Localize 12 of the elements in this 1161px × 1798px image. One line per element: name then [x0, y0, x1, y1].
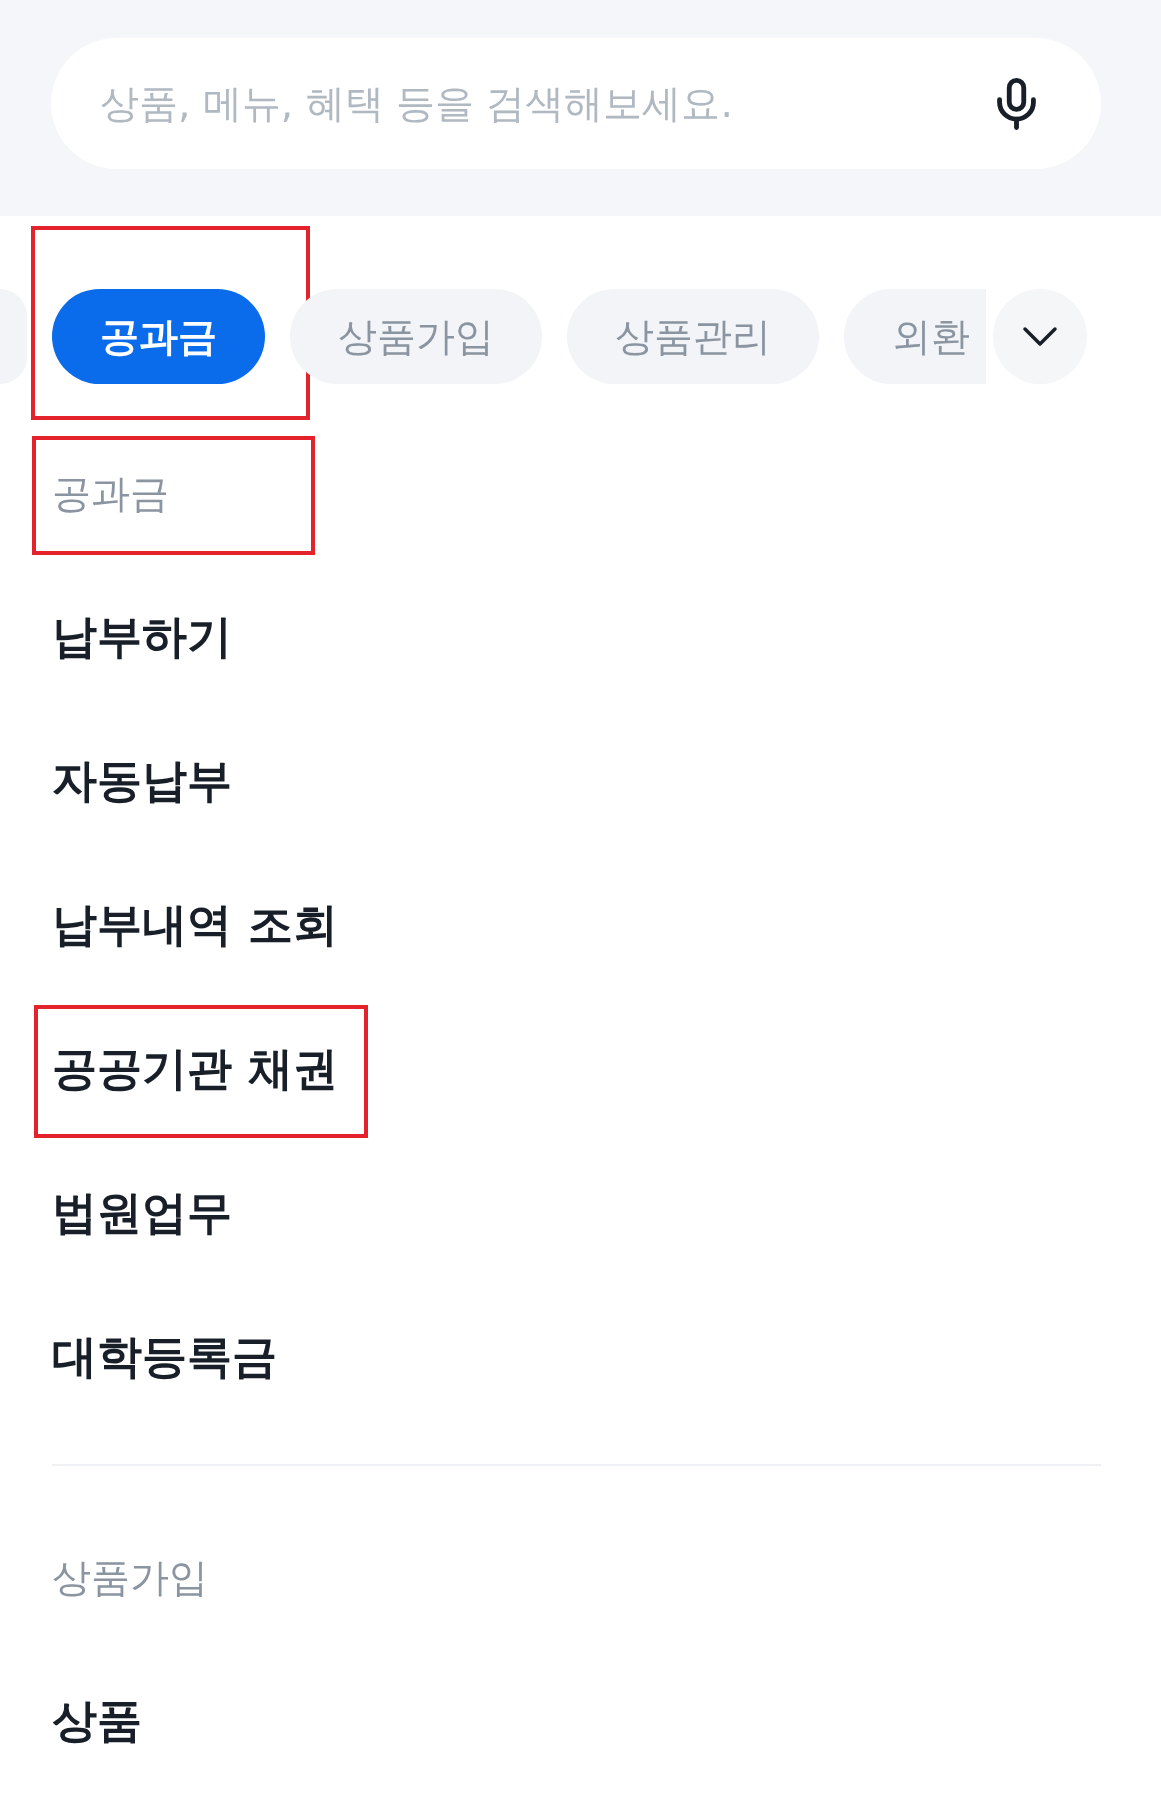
section-heading: 상품가입 [52, 1553, 208, 1602]
section-heading: 공과금 [52, 469, 169, 518]
search-bar[interactable]: 상품, 메뉴, 혜택 등을 검색해보세요. [51, 38, 1101, 169]
menu-link[interactable]: 납부내역 조회 [52, 896, 338, 954]
chevron-down-icon [1022, 326, 1058, 347]
menu-link[interactable]: 공공기관 채권 [52, 1040, 338, 1098]
menu-link[interactable]: 법원업무 [52, 1184, 232, 1242]
menu-link[interactable]: 상품 [52, 1692, 142, 1750]
menu-link[interactable]: 대학등록금 [52, 1328, 277, 1386]
menu-link[interactable]: 납부하기 [52, 608, 232, 666]
category-tab[interactable]: 공과금 [52, 289, 265, 384]
menu-link[interactable]: 자동납부 [52, 752, 232, 810]
